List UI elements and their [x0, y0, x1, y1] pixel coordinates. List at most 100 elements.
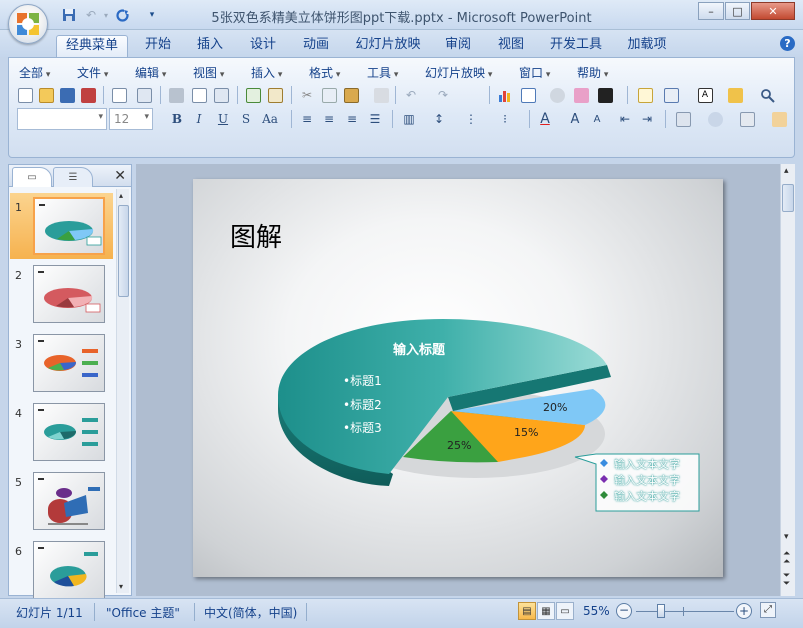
- line-spacing-icon[interactable]: ↕: [429, 109, 449, 129]
- zoom-slider-thumb[interactable]: [656, 604, 665, 618]
- menu-tools[interactable]: 工具: [367, 64, 398, 81]
- tab-home[interactable]: 开始: [138, 35, 178, 57]
- increase-indent-icon[interactable]: ⇥: [637, 109, 657, 129]
- font-color-button[interactable]: A: [535, 109, 555, 129]
- clip-art-icon[interactable]: [547, 85, 567, 105]
- current-slide[interactable]: 图解 输入标题 •标题1 •标题2 •标题3 20% 15% 25% 输入文本文…: [193, 179, 723, 577]
- underline-button[interactable]: U: [213, 109, 233, 129]
- scroll-thumb[interactable]: [782, 184, 794, 212]
- bold-button[interactable]: B: [167, 109, 187, 129]
- menu-edit[interactable]: 编辑: [135, 64, 166, 81]
- next-slide-icon[interactable]: ⏷ ⏷: [783, 572, 790, 589]
- normal-view-icon[interactable]: ▤: [518, 602, 536, 620]
- align-right-icon[interactable]: ≡: [342, 109, 362, 129]
- columns-icon[interactable]: ▥: [399, 109, 419, 129]
- save-as-icon[interactable]: [78, 85, 98, 105]
- spelling-icon[interactable]: [243, 85, 263, 105]
- chart-icon[interactable]: [495, 85, 515, 105]
- tab-addins[interactable]: 加载项: [622, 35, 672, 57]
- pie-title[interactable]: 输入标题: [393, 339, 445, 358]
- zoom-out-button[interactable]: −: [616, 603, 632, 619]
- save-icon-toolbar[interactable]: [57, 85, 77, 105]
- redo-toolbar-icon[interactable]: ↷: [433, 85, 453, 105]
- font-name-select[interactable]: [17, 108, 107, 130]
- decrease-indent-icon[interactable]: ⇤: [615, 109, 635, 129]
- slide-thumbnail-1[interactable]: [33, 197, 105, 255]
- menu-all[interactable]: 全部: [19, 64, 50, 81]
- color-icon[interactable]: [595, 85, 615, 105]
- layout-icon[interactable]: [661, 85, 681, 105]
- tab-view[interactable]: 视图: [491, 35, 531, 57]
- slide-thumbnail-6[interactable]: [33, 541, 105, 599]
- new-slide-icon[interactable]: [635, 85, 655, 105]
- tab-slideshow[interactable]: 幻灯片放映: [352, 35, 424, 57]
- close-button[interactable]: ✕: [751, 2, 795, 20]
- numbering-icon[interactable]: ⋮: [461, 109, 481, 129]
- research-icon[interactable]: [265, 85, 285, 105]
- align-center-icon[interactable]: ≡: [319, 109, 339, 129]
- previous-slide-icon[interactable]: ⏶ ⏶: [783, 550, 790, 567]
- bullet-item[interactable]: •标题3: [343, 419, 382, 436]
- menu-format[interactable]: 格式: [309, 64, 340, 81]
- menu-window[interactable]: 窗口: [519, 64, 550, 81]
- scroll-up-icon[interactable]: ▴: [119, 191, 123, 200]
- shapes-icon[interactable]: [673, 109, 693, 129]
- print-icon[interactable]: [166, 85, 186, 105]
- text-box-icon[interactable]: A: [695, 85, 715, 105]
- tab-animation[interactable]: 动画: [296, 35, 336, 57]
- slide-sorter-icon[interactable]: ▦: [537, 602, 555, 620]
- new-icon[interactable]: [15, 85, 35, 105]
- format-painter-icon[interactable]: [371, 85, 391, 105]
- italic-button[interactable]: I: [189, 109, 209, 129]
- font-size-select[interactable]: 12: [109, 108, 153, 130]
- slideshow-view-icon[interactable]: ▭: [556, 602, 574, 620]
- arrange-icon[interactable]: [705, 109, 725, 129]
- find-icon[interactable]: [757, 85, 777, 105]
- theme-name[interactable]: "Office 主题": [106, 604, 180, 621]
- publish-icon[interactable]: [134, 85, 154, 105]
- bullet-item[interactable]: •标题2: [343, 396, 382, 413]
- close-panel-icon[interactable]: ✕: [114, 168, 126, 184]
- menu-file[interactable]: 文件: [77, 64, 108, 81]
- slides-tab[interactable]: ▭: [12, 167, 52, 187]
- slide-thumbnail-2[interactable]: [33, 265, 105, 323]
- permission-icon[interactable]: [109, 85, 129, 105]
- menu-insert[interactable]: 插入: [251, 64, 282, 81]
- align-left-icon[interactable]: ≡: [297, 109, 317, 129]
- cut-icon[interactable]: ✂: [297, 85, 317, 105]
- shadow-button[interactable]: S: [236, 109, 256, 129]
- tab-review[interactable]: 审阅: [438, 35, 478, 57]
- legend-text[interactable]: 输入文本文字: [614, 472, 680, 488]
- paste-icon[interactable]: [341, 85, 361, 105]
- slide-view-icon[interactable]: [211, 85, 231, 105]
- print-preview-icon[interactable]: [189, 85, 209, 105]
- office-button[interactable]: [8, 4, 48, 44]
- fit-window-icon[interactable]: ⤢: [760, 602, 776, 618]
- menu-view[interactable]: 视图: [193, 64, 224, 81]
- zoom-in-button[interactable]: +: [736, 603, 752, 619]
- shape-fill-icon[interactable]: [769, 109, 789, 129]
- panel-scrollbar[interactable]: ▴ ▾: [116, 189, 129, 593]
- picture-icon[interactable]: [571, 85, 591, 105]
- grow-font-icon[interactable]: A: [565, 109, 585, 129]
- vertical-scrollbar[interactable]: ▴ ▾ ⏶ ⏶ ⏷ ⏷: [780, 164, 795, 596]
- justify-icon[interactable]: ☰: [365, 109, 385, 129]
- menu-help[interactable]: 帮助: [577, 64, 608, 81]
- legend-text[interactable]: 输入文本文字: [614, 488, 680, 504]
- tab-design[interactable]: 设计: [243, 35, 283, 57]
- scroll-down-icon[interactable]: ▾: [784, 532, 789, 542]
- slide-thumbnail-4[interactable]: [33, 403, 105, 461]
- zoom-slider-track[interactable]: [636, 611, 734, 612]
- panel-scroll-thumb[interactable]: [118, 205, 129, 297]
- slide-thumbnail-3[interactable]: [33, 334, 105, 392]
- copy-icon[interactable]: [319, 85, 339, 105]
- outline-tab[interactable]: ☰: [53, 167, 93, 187]
- tab-classic-menu[interactable]: 经典菜单: [56, 35, 128, 57]
- legend-text[interactable]: 输入文本文字: [614, 456, 680, 472]
- open-icon[interactable]: [36, 85, 56, 105]
- shrink-font-icon[interactable]: A: [587, 109, 607, 129]
- scroll-down-icon[interactable]: ▾: [119, 582, 123, 591]
- maximize-button[interactable]: □: [725, 2, 750, 20]
- change-case-button[interactable]: Aa: [260, 109, 280, 129]
- zoom-level[interactable]: 55%: [583, 604, 610, 618]
